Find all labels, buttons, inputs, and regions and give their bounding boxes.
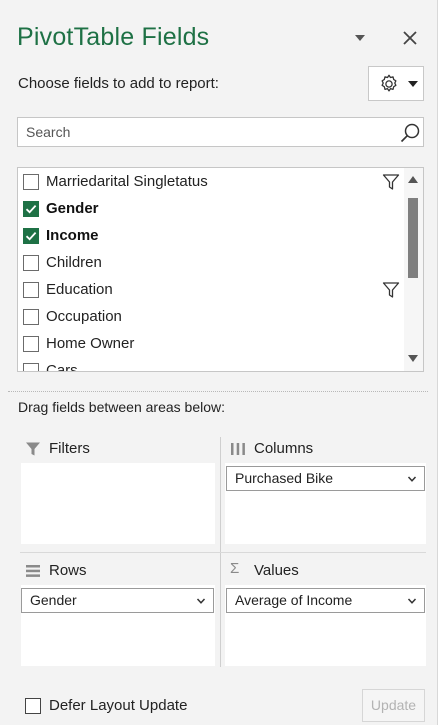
search-box	[17, 117, 424, 147]
field-checkbox[interactable]	[23, 336, 39, 352]
pill-label: Purchased Bike	[235, 470, 334, 486]
field-item[interactable]: Home Owner	[18, 331, 403, 358]
rows-area-label: Rows	[49, 562, 87, 579]
field-item[interactable]: Income	[18, 223, 403, 250]
field-label: Income	[46, 227, 99, 244]
rows-drop-area[interactable]: Gender	[21, 585, 215, 666]
values-area-label: Values	[254, 562, 299, 579]
field-list: Marriedarital Singletatus Gender Income …	[17, 167, 424, 372]
columns-area-header: Columns	[230, 439, 420, 461]
pane-divider[interactable]	[8, 391, 428, 392]
field-checkbox[interactable]	[23, 255, 39, 271]
task-pane-options-icon[interactable]	[352, 30, 368, 46]
field-checkbox[interactable]	[23, 309, 39, 325]
defer-layout-label: Defer Layout Update	[49, 697, 188, 714]
field-item[interactable]: Children	[18, 250, 403, 277]
scrollbar-thumb[interactable]	[408, 198, 418, 278]
rows-area-header: Rows	[25, 561, 205, 583]
tools-button[interactable]	[368, 66, 424, 101]
defer-layout-checkbox[interactable]	[25, 698, 41, 714]
checkmark-icon	[25, 231, 37, 241]
values-drop-area[interactable]: Average of Income	[225, 585, 426, 666]
checkmark-icon	[25, 204, 37, 214]
chevron-down-icon	[407, 476, 417, 482]
filters-area-label: Filters	[49, 440, 90, 457]
scroll-up-arrow-icon[interactable]	[407, 174, 419, 184]
chevron-down-icon	[407, 598, 417, 604]
rows-field-pill[interactable]: Gender	[21, 588, 214, 613]
area-row-separator	[20, 552, 426, 553]
drag-fields-label: Drag fields between areas below:	[18, 399, 226, 415]
field-checkbox[interactable]	[23, 363, 39, 371]
pivottable-fields-pane: PivotTable Fields Choose fields to add t…	[0, 0, 438, 725]
pill-label: Gender	[30, 592, 77, 608]
field-item[interactable]: Cars	[18, 358, 403, 372]
field-label: Education	[46, 281, 113, 298]
values-area-header: Σ Values	[230, 561, 420, 583]
filters-area-header: Filters	[25, 439, 205, 461]
filter-icon	[26, 442, 40, 456]
field-label: Gender	[46, 200, 99, 217]
chevron-down-icon	[196, 598, 206, 604]
field-item[interactable]: Education	[18, 277, 403, 304]
scroll-down-arrow-icon[interactable]	[407, 354, 419, 364]
choose-fields-label: Choose fields to add to report:	[18, 75, 219, 92]
pane-title: PivotTable Fields	[17, 23, 210, 51]
field-item[interactable]: Occupation	[18, 304, 403, 331]
field-label: Occupation	[46, 308, 122, 325]
update-button[interactable]: Update	[362, 689, 425, 722]
caret-down-icon	[408, 81, 418, 87]
columns-drop-area[interactable]: Purchased Bike	[225, 463, 426, 544]
columns-icon	[231, 443, 245, 455]
filters-drop-area[interactable]	[21, 463, 215, 544]
field-list-scrollbar[interactable]	[404, 168, 423, 371]
field-label: Marriedarital Singletatus	[46, 173, 208, 190]
close-icon[interactable]	[400, 28, 420, 48]
field-item[interactable]: Gender	[18, 196, 403, 223]
field-label: Children	[46, 254, 102, 271]
pill-label: Average of Income	[235, 592, 353, 608]
search-input[interactable]	[18, 118, 388, 146]
field-item[interactable]: Marriedarital Singletatus	[18, 169, 403, 196]
filter-icon[interactable]	[382, 173, 400, 191]
rows-icon	[26, 565, 40, 577]
sigma-icon: Σ	[230, 560, 240, 577]
gear-icon	[381, 74, 397, 92]
search-icon[interactable]	[399, 122, 421, 144]
field-checkbox[interactable]	[23, 174, 39, 190]
field-label: Home Owner	[46, 335, 135, 352]
field-label: Cars	[46, 362, 78, 372]
filter-icon[interactable]	[382, 281, 400, 299]
values-field-pill[interactable]: Average of Income	[226, 588, 425, 613]
field-checkbox[interactable]	[23, 282, 39, 298]
field-checkbox[interactable]	[23, 201, 39, 217]
field-checkbox[interactable]	[23, 228, 39, 244]
columns-field-pill[interactable]: Purchased Bike	[226, 466, 425, 491]
columns-area-label: Columns	[254, 440, 314, 457]
